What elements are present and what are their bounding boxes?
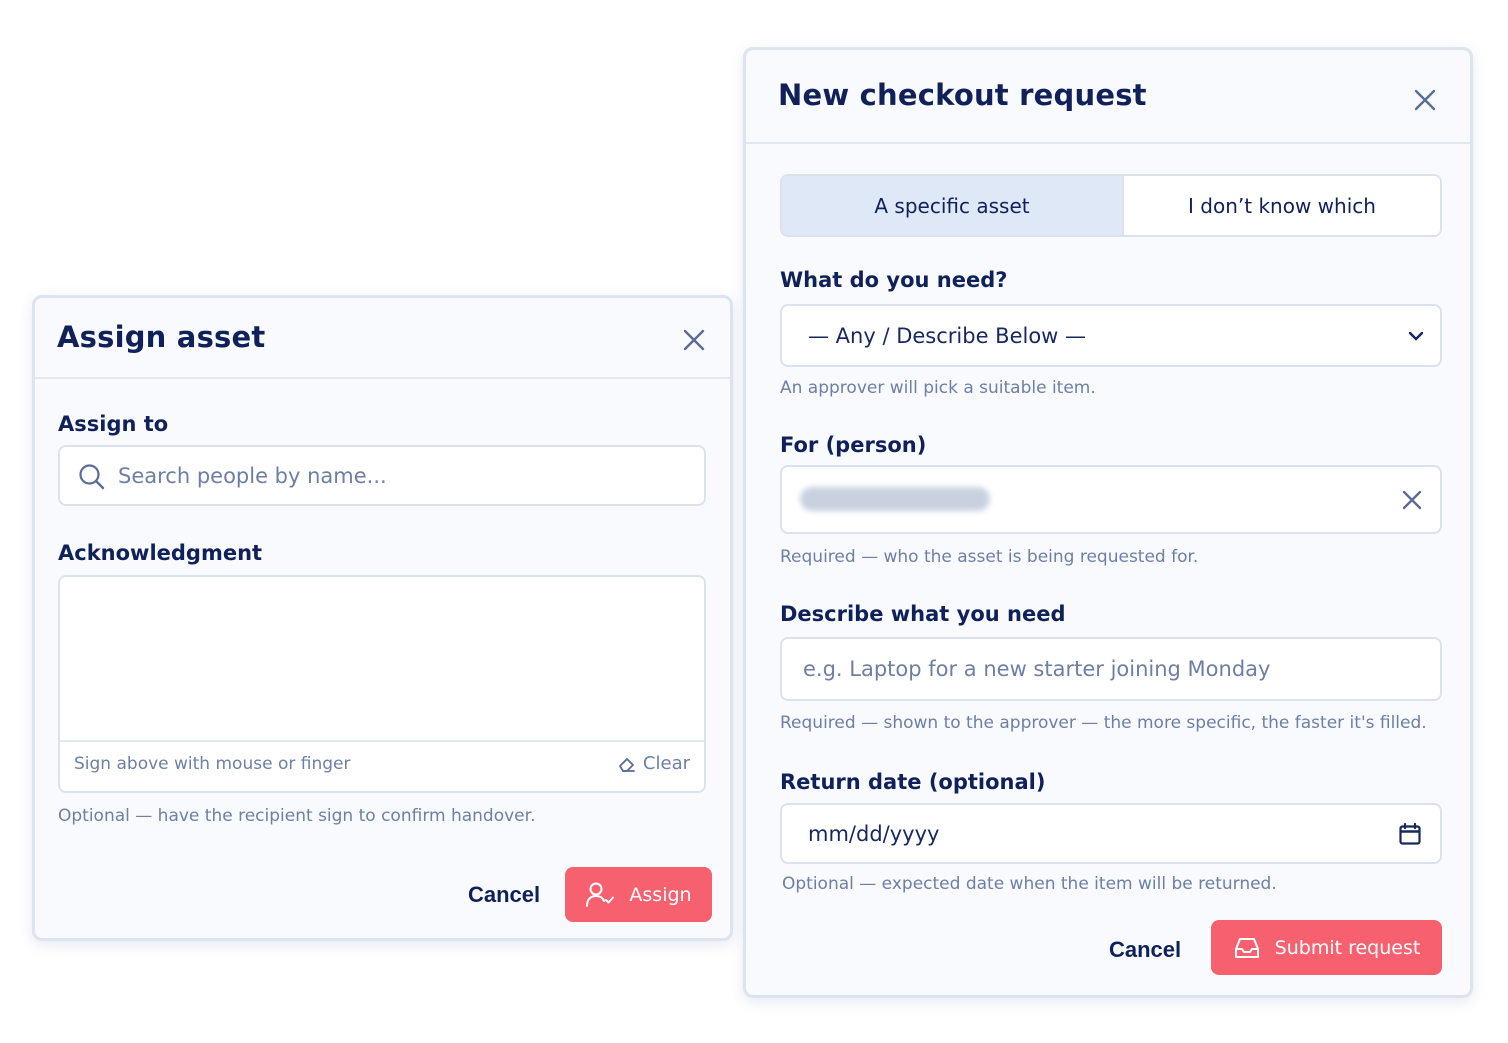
user-check-icon [586, 882, 615, 907]
need-selected-value: — Any / Describe Below — [808, 323, 1087, 348]
describe-input[interactable]: e.g. Laptop for a new starter joining Mo… [780, 637, 1442, 701]
close-button[interactable] [680, 326, 708, 354]
return-date-helper: Optional — expected date when the item w… [782, 874, 1277, 894]
person-helper: Required — who the asset is being reques… [780, 547, 1199, 567]
clear-person-button[interactable] [1402, 490, 1422, 510]
dialog-header: Assign asset [35, 298, 730, 379]
calendar-icon [1399, 822, 1421, 845]
need-select[interactable]: — Any / Describe Below — [780, 304, 1442, 367]
acknowledgment-helper: Optional — have the recipient sign to co… [58, 806, 536, 826]
redacted-person-name [800, 487, 990, 511]
close-icon [1402, 490, 1422, 509]
close-button[interactable] [1411, 86, 1439, 114]
describe-placeholder: e.g. Laptop for a new starter joining Mo… [803, 657, 1271, 681]
assign-button[interactable]: Assign [565, 867, 712, 922]
tab-specific-asset[interactable]: A specific asset [782, 176, 1122, 235]
acknowledgment-label: Acknowledgment [58, 541, 263, 565]
search-icon [79, 464, 105, 490]
signature-pad: Sign above with mouse or finger Clear [58, 575, 706, 793]
clear-label: Clear [642, 753, 690, 774]
dialog-header: New checkout request [746, 50, 1470, 144]
checkout-request-dialog: New checkout request A specific asset I … [743, 47, 1473, 998]
submit-request-button[interactable]: Submit request [1211, 920, 1442, 975]
describe-helper: Required — shown to the approver — the m… [780, 713, 1427, 733]
request-type-toggle: A specific asset I don’t know which [780, 174, 1442, 237]
cancel-button[interactable]: Cancel [1109, 937, 1181, 963]
search-people-input[interactable]: Search people by name... [58, 445, 706, 506]
close-icon [1414, 89, 1436, 111]
close-icon [683, 329, 705, 351]
inbox-icon [1234, 937, 1259, 958]
calendar-button[interactable] [1398, 822, 1422, 846]
submit-label: Submit request [1274, 936, 1421, 959]
tab-dont-know-which[interactable]: I don’t know which [1122, 176, 1440, 235]
describe-label: Describe what you need [780, 602, 1066, 626]
cancel-button[interactable]: Cancel [468, 882, 540, 908]
need-helper: An approver will pick a suitable item. [780, 378, 1096, 398]
what-do-you-need-label: What do you need? [780, 268, 1008, 292]
return-date-placeholder: mm/dd/yyyy [808, 821, 940, 846]
chevron-down-icon [1408, 331, 1424, 340]
return-date-label: Return date (optional) [780, 770, 1046, 794]
assign-to-label: Assign to [58, 412, 169, 436]
for-person-label: For (person) [780, 433, 927, 457]
clear-signature-button[interactable]: Clear [617, 753, 690, 774]
assign-label: Assign [629, 883, 692, 906]
dialog-title: Assign asset [57, 320, 266, 354]
assign-asset-dialog: Assign asset Assign to Search people by … [32, 295, 733, 941]
search-placeholder: Search people by name... [118, 463, 387, 488]
return-date-input[interactable]: mm/dd/yyyy [780, 803, 1442, 864]
need-select-chevron [1406, 326, 1426, 346]
eraser-icon [619, 757, 635, 772]
signature-canvas[interactable] [60, 577, 704, 742]
person-input[interactable] [780, 465, 1442, 534]
dialog-title: New checkout request [778, 78, 1147, 112]
signature-hint: Sign above with mouse or finger [74, 754, 351, 774]
